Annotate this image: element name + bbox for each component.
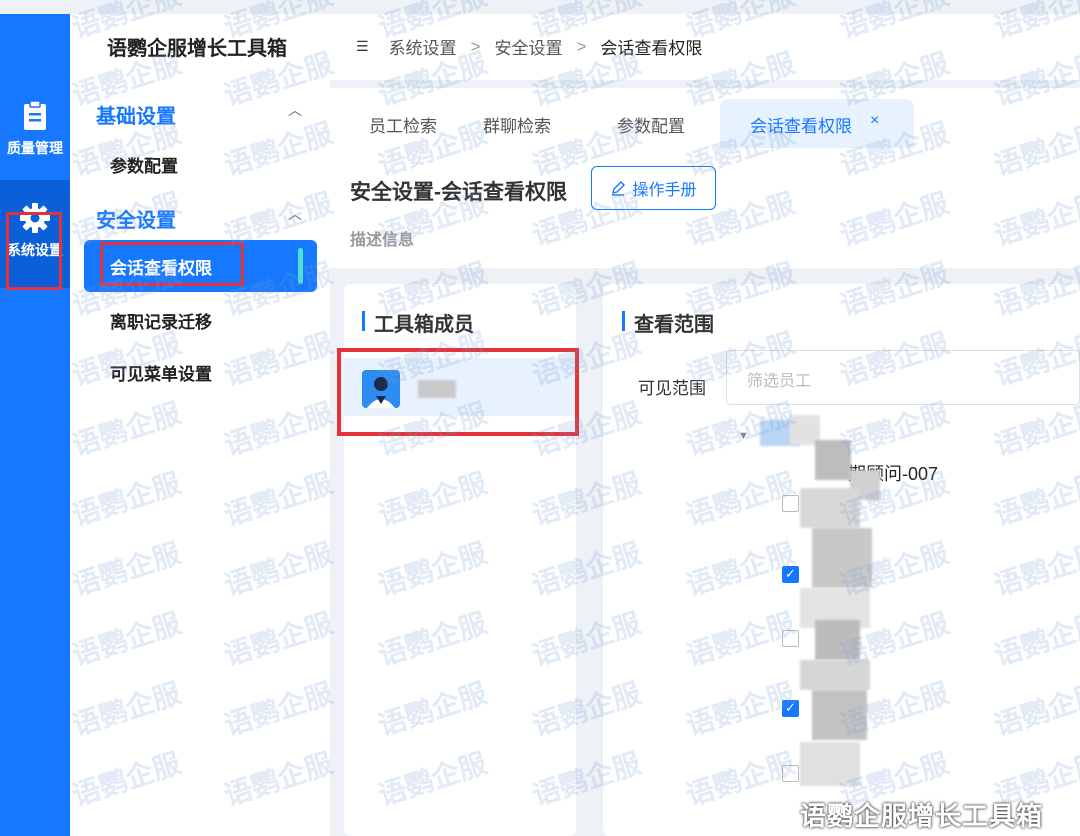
breadcrumb-separator: > bbox=[470, 36, 481, 56]
redacted-block bbox=[800, 742, 860, 786]
redacted-block bbox=[815, 440, 851, 480]
brand-title: 语鹦企服增长工具箱 bbox=[107, 38, 287, 60]
breadcrumb-item[interactable]: 安全设置 bbox=[495, 34, 563, 59]
menu-item-resign-migrate[interactable]: 离职记录迁移 bbox=[110, 308, 212, 333]
highlight-box bbox=[337, 348, 579, 436]
rail-item-quality[interactable]: 质量管理 bbox=[0, 100, 70, 158]
manual-button[interactable]: 操作手册 bbox=[591, 166, 716, 210]
redacted-block bbox=[812, 690, 867, 740]
scope-panel-title: 查看范围 bbox=[622, 308, 714, 337]
rail-item-label: 质量管理 bbox=[7, 140, 63, 156]
menu-group-basic[interactable]: 基础设置 bbox=[96, 100, 176, 129]
menu-item-params[interactable]: 参数配置 bbox=[110, 152, 178, 177]
chevron-up-icon[interactable]: ︿ bbox=[288, 204, 302, 224]
breadcrumb-current: 会话查看权限 bbox=[600, 39, 703, 58]
clipboard-icon bbox=[24, 100, 46, 130]
footer-watermark: 语鹦企服增长工具箱 bbox=[800, 801, 1044, 831]
description-text: 描述信息 bbox=[350, 232, 415, 249]
tab-group-search[interactable]: 群聊检索 bbox=[483, 112, 551, 137]
employee-filter-input[interactable]: 筛选员工 bbox=[726, 350, 1080, 405]
redacted-block bbox=[800, 488, 860, 528]
tab-session-permission[interactable]: 会话查看权限 × bbox=[720, 99, 914, 148]
visible-scope-label: 可见范围 bbox=[638, 379, 706, 398]
tab-bar bbox=[330, 88, 1080, 148]
caret-down-icon[interactable]: ▼ bbox=[738, 430, 749, 442]
breadcrumb: ☰ 系统设置 > 安全设置 > 会话查看权限 bbox=[356, 34, 702, 59]
menu-item-visible-menu[interactable]: 可见菜单设置 bbox=[110, 360, 212, 385]
manual-button-label: 操作手册 bbox=[632, 182, 697, 199]
side-menu bbox=[70, 14, 330, 836]
redacted-block bbox=[812, 528, 872, 588]
members-panel-title: 工具箱成员 bbox=[362, 308, 474, 337]
page-title: 安全设置-会话查看权限 bbox=[350, 181, 567, 204]
close-icon[interactable]: × bbox=[870, 112, 879, 130]
breadcrumb-item[interactable]: 系统设置 bbox=[389, 34, 457, 59]
active-indicator bbox=[298, 248, 303, 284]
tree-checkbox[interactable] bbox=[782, 495, 799, 512]
tree-checkbox[interactable] bbox=[782, 765, 799, 782]
redacted-block bbox=[800, 660, 870, 690]
breadcrumb-separator: > bbox=[576, 36, 587, 56]
tree-checkbox[interactable] bbox=[782, 700, 799, 717]
tree-checkbox[interactable] bbox=[782, 566, 799, 583]
chevron-up-icon[interactable]: ︿ bbox=[288, 100, 302, 120]
tree-checkbox[interactable] bbox=[782, 630, 799, 647]
edit-icon bbox=[612, 181, 626, 196]
tab-employee-search[interactable]: 员工检索 bbox=[369, 112, 437, 137]
tab-params[interactable]: 参数配置 bbox=[617, 112, 685, 137]
menu-toggle-icon[interactable]: ☰ bbox=[356, 38, 369, 55]
menu-group-security[interactable]: 安全设置 bbox=[96, 204, 176, 233]
redacted-block bbox=[815, 620, 860, 660]
highlight-box bbox=[6, 212, 62, 290]
highlight-box bbox=[100, 242, 244, 286]
tab-label: 会话查看权限 bbox=[750, 117, 852, 136]
